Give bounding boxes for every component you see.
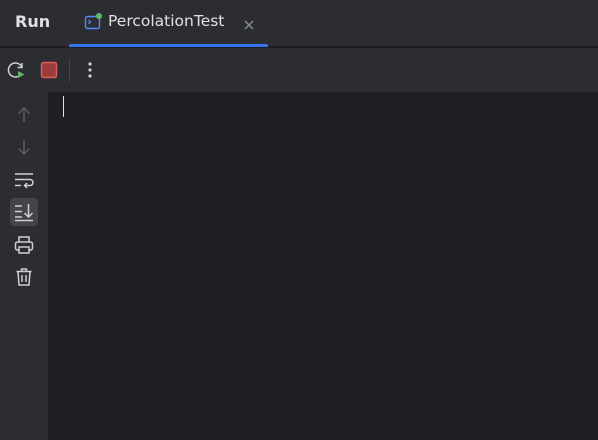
next-occurrence-button[interactable] [12,135,36,159]
run-toolbar [0,48,598,92]
print-button[interactable] [12,233,36,257]
stop-button[interactable] [38,59,60,81]
rerun-button[interactable] [5,59,27,81]
soft-wrap-icon [15,173,34,189]
clear-all-button[interactable] [12,265,36,289]
tab-label: PercolationTest [108,12,225,30]
tab-percolation-test[interactable]: PercolationTest [69,0,268,47]
toolbar-separator [69,58,70,82]
scroll-to-end-button[interactable] [10,198,38,226]
more-vertical-icon [88,62,92,78]
previous-occurrence-button[interactable] [12,103,36,127]
more-options-button[interactable] [79,59,101,81]
run-tool-window: Run PercolationTest [0,0,598,440]
scroll-to-end-icon [15,204,34,222]
tool-window-header: Run PercolationTest [0,0,598,47]
stop-icon [40,61,58,79]
rerun-icon [7,62,25,78]
trash-icon [16,268,32,286]
arrow-down-icon [17,140,31,156]
run-config-icon [84,13,102,31]
close-icon[interactable] [243,16,255,30]
text-caret [63,96,64,117]
soft-wrap-button[interactable] [12,168,36,192]
console-output[interactable] [48,92,598,440]
tool-window-title: Run [15,12,51,31]
tab-selected-indicator [69,44,268,47]
console-side-toolbar [0,92,48,440]
print-icon [14,236,34,254]
arrow-up-icon [17,106,31,122]
